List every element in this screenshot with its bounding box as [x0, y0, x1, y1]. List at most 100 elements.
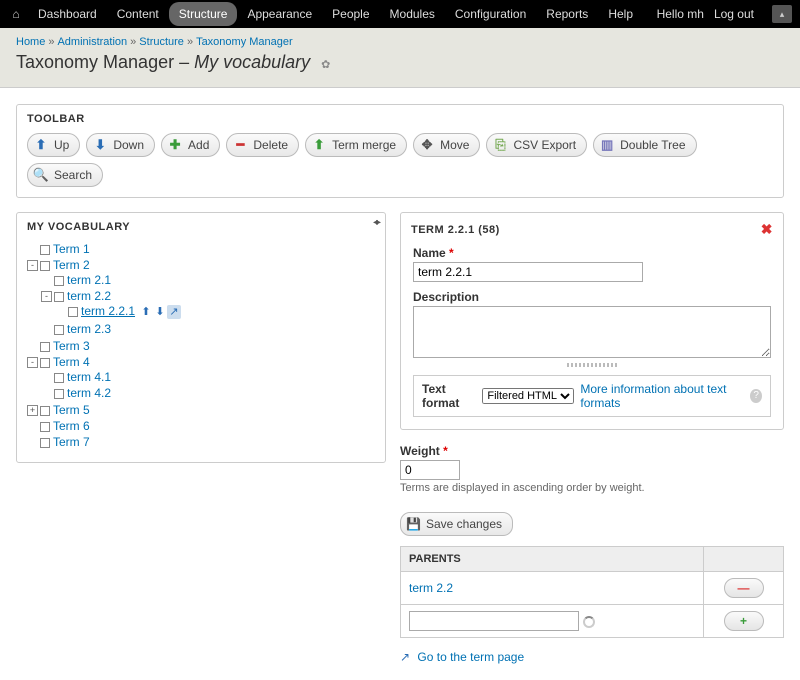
- add-parent-input[interactable]: [409, 611, 579, 631]
- name-label: Name *: [413, 246, 771, 260]
- del-button[interactable]: ━Delete: [226, 133, 299, 157]
- menu-modules[interactable]: Modules: [380, 2, 445, 26]
- down-button[interactable]: ⬇Down: [86, 133, 155, 157]
- term-checkbox[interactable]: [40, 261, 50, 271]
- term-link[interactable]: term 2.3: [67, 322, 111, 336]
- term-checkbox[interactable]: [40, 245, 50, 255]
- close-icon[interactable]: ✖: [761, 221, 773, 238]
- term-checkbox[interactable]: [40, 406, 50, 416]
- toggle-icon: [27, 421, 38, 432]
- term-checkbox[interactable]: [54, 276, 64, 286]
- term-link[interactable]: term 4.2: [67, 386, 111, 400]
- down-icon: ⬇: [92, 137, 108, 153]
- link-icon[interactable]: ↗: [167, 305, 181, 319]
- table-row: +: [401, 605, 784, 638]
- breadcrumb-link[interactable]: Home: [16, 36, 45, 48]
- menu-content[interactable]: Content: [107, 2, 169, 26]
- search-button[interactable]: 🔍Search: [27, 163, 103, 187]
- menu-dashboard[interactable]: Dashboard: [28, 2, 107, 26]
- dbl-icon: ▥: [599, 137, 615, 153]
- weight-input[interactable]: [400, 460, 460, 480]
- save-icon: 💾: [406, 517, 421, 531]
- term-link[interactable]: term 2.2: [67, 289, 111, 303]
- text-format-label: Text format: [422, 382, 476, 410]
- term-checkbox[interactable]: [40, 358, 50, 368]
- parent-link[interactable]: term 2.2: [409, 581, 453, 595]
- term-checkbox[interactable]: [40, 422, 50, 432]
- term-checkbox[interactable]: [54, 292, 64, 302]
- menu-configuration[interactable]: Configuration: [445, 2, 536, 26]
- move-down-icon[interactable]: ⬇: [153, 305, 167, 319]
- tree-item: - term 2.2term 2.2.1 ⬆⬇↗: [41, 288, 375, 321]
- toggle-icon: [27, 437, 38, 448]
- name-input[interactable]: [413, 262, 643, 282]
- vocabulary-tree-panel: MY VOCABULARY ◂▸ Term 1 - Term 2term 2.1 - t…: [16, 212, 386, 463]
- toggle-icon[interactable]: -: [41, 291, 52, 302]
- help-icon[interactable]: ?: [750, 389, 762, 403]
- breadcrumb-link[interactable]: Taxonomy Manager: [196, 36, 293, 48]
- tree-item: term 4.1: [41, 369, 375, 385]
- tree-title: MY VOCABULARY: [17, 213, 385, 237]
- add-button[interactable]: ✚Add: [161, 133, 220, 157]
- menu-appearance[interactable]: Appearance: [237, 2, 322, 26]
- term-checkbox[interactable]: [40, 342, 50, 352]
- term-checkbox[interactable]: [54, 373, 64, 383]
- dbl-button[interactable]: ▥Double Tree: [593, 133, 696, 157]
- save-button[interactable]: 💾 Save changes: [400, 512, 513, 536]
- csv-button[interactable]: ⎘CSV Export: [486, 133, 587, 157]
- gear-icon[interactable]: ✿: [321, 59, 330, 71]
- term-link[interactable]: Term 2: [53, 258, 90, 272]
- tree-item: Term 3: [27, 338, 375, 354]
- home-icon[interactable]: ⌂: [8, 7, 24, 21]
- term-link[interactable]: Term 1: [53, 242, 90, 256]
- term-checkbox[interactable]: [54, 389, 64, 399]
- tree-item: Term 6: [27, 418, 375, 434]
- toolbar-panel: TOOLBAR ⬆Up⬇Down✚Add━Delete⬆Term merge✥M…: [16, 104, 784, 198]
- menu-structure[interactable]: Structure: [169, 2, 238, 26]
- weight-help: Terms are displayed in ascending order b…: [400, 482, 784, 494]
- term-link[interactable]: term 2.2.1: [81, 304, 135, 318]
- menu-help[interactable]: Help: [598, 2, 643, 26]
- format-info-link[interactable]: More information about text formats: [580, 382, 740, 410]
- merge-icon: ⬆: [311, 137, 327, 153]
- description-textarea[interactable]: [413, 306, 771, 358]
- admin-menu: DashboardContentStructureAppearancePeopl…: [28, 2, 643, 26]
- term-link[interactable]: Term 5: [53, 403, 90, 417]
- goto-term-link[interactable]: Go to the term page: [417, 650, 524, 664]
- textarea-grip-icon[interactable]: [567, 363, 617, 367]
- term-link[interactable]: Term 6: [53, 419, 90, 433]
- term-checkbox[interactable]: [40, 438, 50, 448]
- logout-link[interactable]: Log out: [714, 7, 754, 21]
- parents-table: PARENTS term 2.2 — +: [400, 546, 784, 638]
- toggle-icon[interactable]: +: [27, 405, 38, 416]
- search-icon: 🔍: [33, 167, 49, 183]
- text-format-select[interactable]: Filtered HTML: [482, 388, 574, 404]
- up-button[interactable]: ⬆Up: [27, 133, 80, 157]
- admin-toolbar: ⌂ DashboardContentStructureAppearancePeo…: [0, 0, 800, 28]
- add-parent-button[interactable]: +: [724, 611, 764, 631]
- breadcrumb: Home»Administration»Structure»Taxonomy M…: [16, 36, 784, 48]
- move-up-icon[interactable]: ⬆: [139, 305, 153, 319]
- term-link[interactable]: Term 7: [53, 435, 90, 449]
- term-link[interactable]: Term 4: [53, 355, 90, 369]
- toggle-icon[interactable]: -: [27, 260, 38, 271]
- term-checkbox[interactable]: [54, 325, 64, 335]
- toggle-icon[interactable]: -: [27, 357, 38, 368]
- breadcrumb-link[interactable]: Administration: [57, 36, 127, 48]
- merge-button[interactable]: ⬆Term merge: [305, 133, 407, 157]
- add-icon: ✚: [167, 137, 183, 153]
- resize-handle-icon[interactable]: ◂▸: [373, 217, 379, 228]
- term-checkbox[interactable]: [68, 307, 78, 317]
- term-link[interactable]: term 2.1: [67, 273, 111, 287]
- menu-reports[interactable]: Reports: [536, 2, 598, 26]
- move-button[interactable]: ✥Move: [413, 133, 480, 157]
- remove-parent-button[interactable]: —: [724, 578, 764, 598]
- hello-user[interactable]: Hello mh: [657, 7, 704, 21]
- term-link[interactable]: term 4.1: [67, 370, 111, 384]
- tree-item: - Term 2term 2.1 - term 2.2term 2.2.1 ⬆⬇↗ ter…: [27, 257, 375, 338]
- shortcut-toggle-icon[interactable]: ▴: [772, 5, 792, 23]
- breadcrumb-link[interactable]: Structure: [139, 36, 184, 48]
- menu-people[interactable]: People: [322, 2, 379, 26]
- tree-item: term 4.2: [41, 385, 375, 401]
- term-link[interactable]: Term 3: [53, 339, 90, 353]
